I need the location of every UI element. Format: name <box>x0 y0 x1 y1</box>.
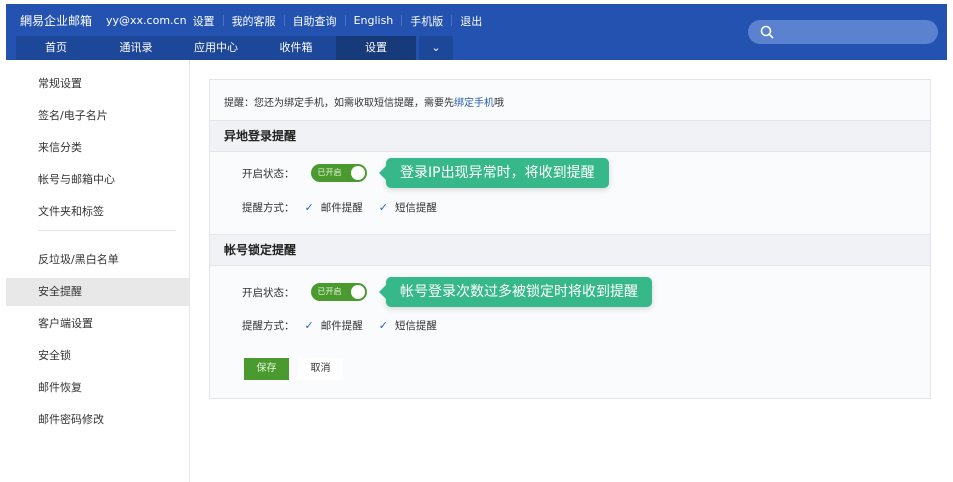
bind-phone-link[interactable]: 绑定手机 <box>454 98 494 109</box>
header: 網易企业邮箱 yy@xx.com.cn 设置 我的客服 自助查询 English… <box>6 4 947 60</box>
sidebar-item-filters[interactable]: 来信分类 <box>6 134 190 162</box>
link-support[interactable]: 我的客服 <box>232 13 276 29</box>
save-button[interactable]: 保存 <box>244 358 289 380</box>
cancel-button[interactable]: 取消 <box>298 358 343 380</box>
sms-alert-label: 短信提醒 <box>394 320 437 332</box>
status-label: 开启状态： <box>242 286 295 299</box>
sidebar-item-signature[interactable]: 签名/电子名片 <box>6 102 190 130</box>
main-tabs: 首页 通讯录 应用中心 收件箱 设置 ⌄ <box>16 36 453 60</box>
method-label: 提醒方式： <box>242 320 295 332</box>
remote-login-toggle[interactable]: 已开启 <box>310 164 367 182</box>
sidebar-item-security-alerts[interactable]: 安全提醒 <box>6 278 190 306</box>
tab-apps[interactable]: 应用中心 <box>176 36 256 60</box>
toggle-text: 已开启 <box>317 168 342 177</box>
account-lock-toggle[interactable]: 已开启 <box>310 283 367 301</box>
settings-panel: 提醒：您还为绑定手机，如需收取短信提醒，需要先绑定手机哦 异地登录提醒 开启状态… <box>209 79 931 399</box>
method-row: 提醒方式： ✓ 邮件提醒 ✓ 短信提醒 <box>242 318 437 333</box>
method-row: 提醒方式： ✓ 邮件提醒 ✓ 短信提醒 <box>242 200 437 215</box>
toggle-text: 已开启 <box>317 287 342 296</box>
status-row: 开启状态： 已开启 <box>242 283 367 301</box>
link-self-service[interactable]: 自助查询 <box>293 13 337 29</box>
link-settings[interactable]: 设置 <box>193 13 215 29</box>
status-label: 开启状态： <box>242 167 295 180</box>
link-logout[interactable]: 退出 <box>460 13 482 29</box>
search-icon <box>760 25 774 39</box>
section-title-remote-login: 异地登录提醒 <box>210 120 930 152</box>
notice-suffix: 哦 <box>494 98 504 109</box>
sms-alert-label: 短信提醒 <box>394 202 437 214</box>
check-icon[interactable]: ✓ <box>305 319 314 332</box>
search-input[interactable] <box>748 20 938 44</box>
tab-home[interactable]: 首页 <box>16 36 96 60</box>
status-row: 开启状态： 已开启 <box>242 164 367 182</box>
email-alert-label: 邮件提醒 <box>320 320 363 332</box>
tab-contacts[interactable]: 通讯录 <box>96 36 176 60</box>
sidebar-item-accounts[interactable]: 帐号与邮箱中心 <box>6 166 190 194</box>
tooltip: 帐号登录次数过多被锁定时将收到提醒 <box>379 277 652 307</box>
notice: 提醒：您还为绑定手机，如需收取短信提醒，需要先绑定手机哦 <box>224 94 504 109</box>
tooltip: 登录IP出现异常时，将收到提醒 <box>379 158 609 188</box>
check-icon[interactable]: ✓ <box>379 201 388 214</box>
toggle-knob <box>350 166 365 180</box>
logo: 網易企业邮箱 <box>20 14 93 28</box>
link-english[interactable]: English <box>354 14 394 27</box>
tab-settings[interactable]: 设置 <box>336 36 416 60</box>
sidebar-item-antispam[interactable]: 反垃圾/黑白名单 <box>6 246 190 274</box>
account-email[interactable]: yy@xx.com.cn <box>106 14 187 27</box>
tab-inbox[interactable]: 收件箱 <box>256 36 336 60</box>
toggle-knob <box>350 285 365 299</box>
sidebar-item-client[interactable]: 客户端设置 <box>6 310 190 338</box>
email-alert-label: 邮件提醒 <box>320 202 363 214</box>
sidebar-divider <box>38 230 176 231</box>
notice-text: 提醒：您还为绑定手机，如需收取短信提醒，需要先 <box>224 98 454 109</box>
sidebar-item-general[interactable]: 常规设置 <box>6 70 190 98</box>
sidebar-item-folders[interactable]: 文件夹和标签 <box>6 198 190 226</box>
section-title-account-lock: 帐号锁定提醒 <box>210 234 930 266</box>
check-icon[interactable]: ✓ <box>305 201 314 214</box>
check-icon[interactable]: ✓ <box>379 319 388 332</box>
link-mobile[interactable]: 手机版 <box>410 13 443 29</box>
chevron-down-icon[interactable]: ⌄ <box>419 36 453 60</box>
sidebar-item-security-lock[interactable]: 安全锁 <box>6 342 190 370</box>
method-label: 提醒方式： <box>242 202 295 214</box>
sidebar-item-recovery[interactable]: 邮件恢复 <box>6 374 190 402</box>
top-nav: 網易企业邮箱 yy@xx.com.cn 设置 我的客服 自助查询 English… <box>20 12 488 29</box>
sidebar-item-password[interactable]: 邮件密码修改 <box>6 406 190 434</box>
sidebar: 常规设置 签名/电子名片 来信分类 帐号与邮箱中心 文件夹和标签 反垃圾/黑白名… <box>6 60 190 482</box>
